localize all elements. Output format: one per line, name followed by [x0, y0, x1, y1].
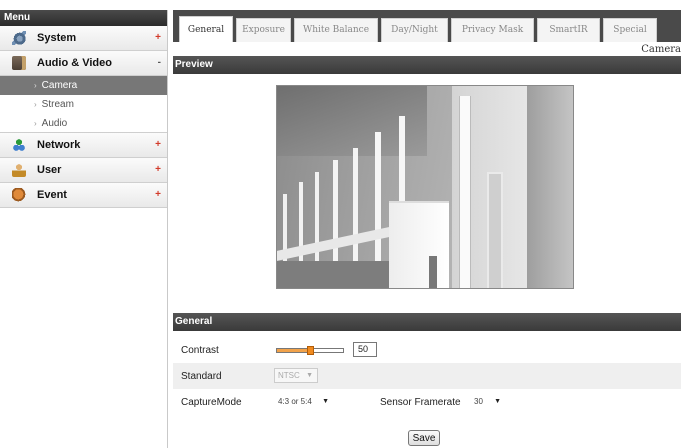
chevron-down-icon: ▼ — [494, 398, 501, 405]
capture-mode-label: CaptureMode — [181, 396, 242, 408]
chevron-down-icon: ▼ — [306, 372, 313, 379]
sidebar-item-label: User — [37, 164, 62, 176]
sensor-framerate-select-value: 30 — [474, 397, 483, 406]
contrast-slider[interactable] — [276, 345, 344, 355]
capture-mode-row: CaptureMode 4:3 or 5:4 ▼ Sensor Framerat… — [173, 389, 681, 415]
sidebar-subitem-label: Stream — [41, 99, 74, 110]
menu-header: Menu — [0, 10, 167, 26]
contrast-row: Contrast 50 — [173, 337, 681, 363]
system-icon — [12, 31, 26, 45]
expand-icon[interactable]: + — [155, 164, 161, 175]
sidebar-item-user[interactable]: User + — [0, 158, 167, 183]
chevron-right-icon: › — [34, 81, 37, 90]
expand-icon[interactable]: + — [155, 32, 161, 43]
tab-general[interactable]: General — [179, 16, 233, 42]
sidebar-item-event[interactable]: Event + — [0, 183, 167, 208]
chevron-right-icon: › — [34, 119, 37, 128]
sidebar-item-label: Event — [37, 189, 67, 201]
expand-icon[interactable]: + — [155, 139, 161, 150]
tab-exposure[interactable]: Exposure — [236, 18, 291, 42]
contrast-label: Contrast — [181, 344, 219, 356]
expand-icon[interactable]: + — [155, 189, 161, 200]
chevron-down-icon: ▼ — [322, 398, 329, 405]
capture-mode-select-value: 4:3 or 5:4 — [278, 397, 312, 406]
sidebar-item-system[interactable]: System + — [0, 26, 167, 51]
standard-row: Standard NTSC ▼ — [173, 363, 681, 389]
tab-day-night[interactable]: Day/Night — [381, 18, 448, 42]
standard-select[interactable]: NTSC ▼ — [274, 368, 318, 383]
sidebar-item-label: Network — [37, 139, 81, 151]
contrast-value-input[interactable]: 50 — [353, 342, 377, 357]
sensor-framerate-select[interactable]: 30 ▼ — [470, 394, 506, 409]
tab-white-balance[interactable]: White Balance — [294, 18, 378, 42]
sensor-framerate-label: Sensor Framerate — [380, 396, 461, 408]
sidebar-item-audio-video[interactable]: Audio & Video - — [0, 51, 167, 76]
contrast-slider-handle[interactable] — [307, 345, 314, 355]
save-button[interactable]: Save — [408, 430, 440, 446]
tab-bar: General Exposure White Balance Day/Night… — [173, 10, 681, 42]
tab-special[interactable]: Special — [603, 18, 657, 42]
sidebar-item-network[interactable]: Network + — [0, 133, 167, 158]
sidebar-subitem-label: Audio — [41, 118, 68, 129]
chevron-right-icon: › — [34, 100, 37, 109]
sidebar-subitem-stream[interactable]: › Stream — [0, 95, 167, 114]
camera-preview-image — [276, 85, 574, 289]
event-icon — [12, 188, 26, 202]
sidebar-subitem-camera[interactable]: › Camera — [0, 76, 167, 95]
sidebar-item-label: Audio & Video — [37, 57, 112, 69]
preview-section-header: Preview — [173, 56, 681, 74]
sidebar-subitem-audio[interactable]: › Audio — [0, 114, 167, 133]
sidebar-item-label: System — [37, 32, 77, 44]
sidebar-menu: Menu System + Audio & Video - › Camera › S… — [0, 10, 168, 448]
page-title: Camera — [641, 44, 681, 55]
sidebar-subitem-label: Camera — [41, 80, 78, 91]
standard-label: Standard — [181, 370, 222, 382]
standard-select-value: NTSC — [278, 371, 300, 380]
audio-video-icon — [12, 56, 26, 70]
capture-mode-select[interactable]: 4:3 or 5:4 ▼ — [274, 394, 334, 409]
tab-smartir[interactable]: SmartIR — [537, 18, 600, 42]
user-icon — [12, 163, 26, 177]
contrast-slider-fill — [277, 348, 310, 352]
collapse-icon[interactable]: - — [158, 57, 161, 68]
general-section-header: General — [173, 313, 681, 331]
network-icon — [12, 138, 26, 152]
tab-privacy-mask[interactable]: Privacy Mask — [451, 18, 534, 42]
main-panel: General Exposure White Balance Day/Night… — [173, 10, 681, 448]
